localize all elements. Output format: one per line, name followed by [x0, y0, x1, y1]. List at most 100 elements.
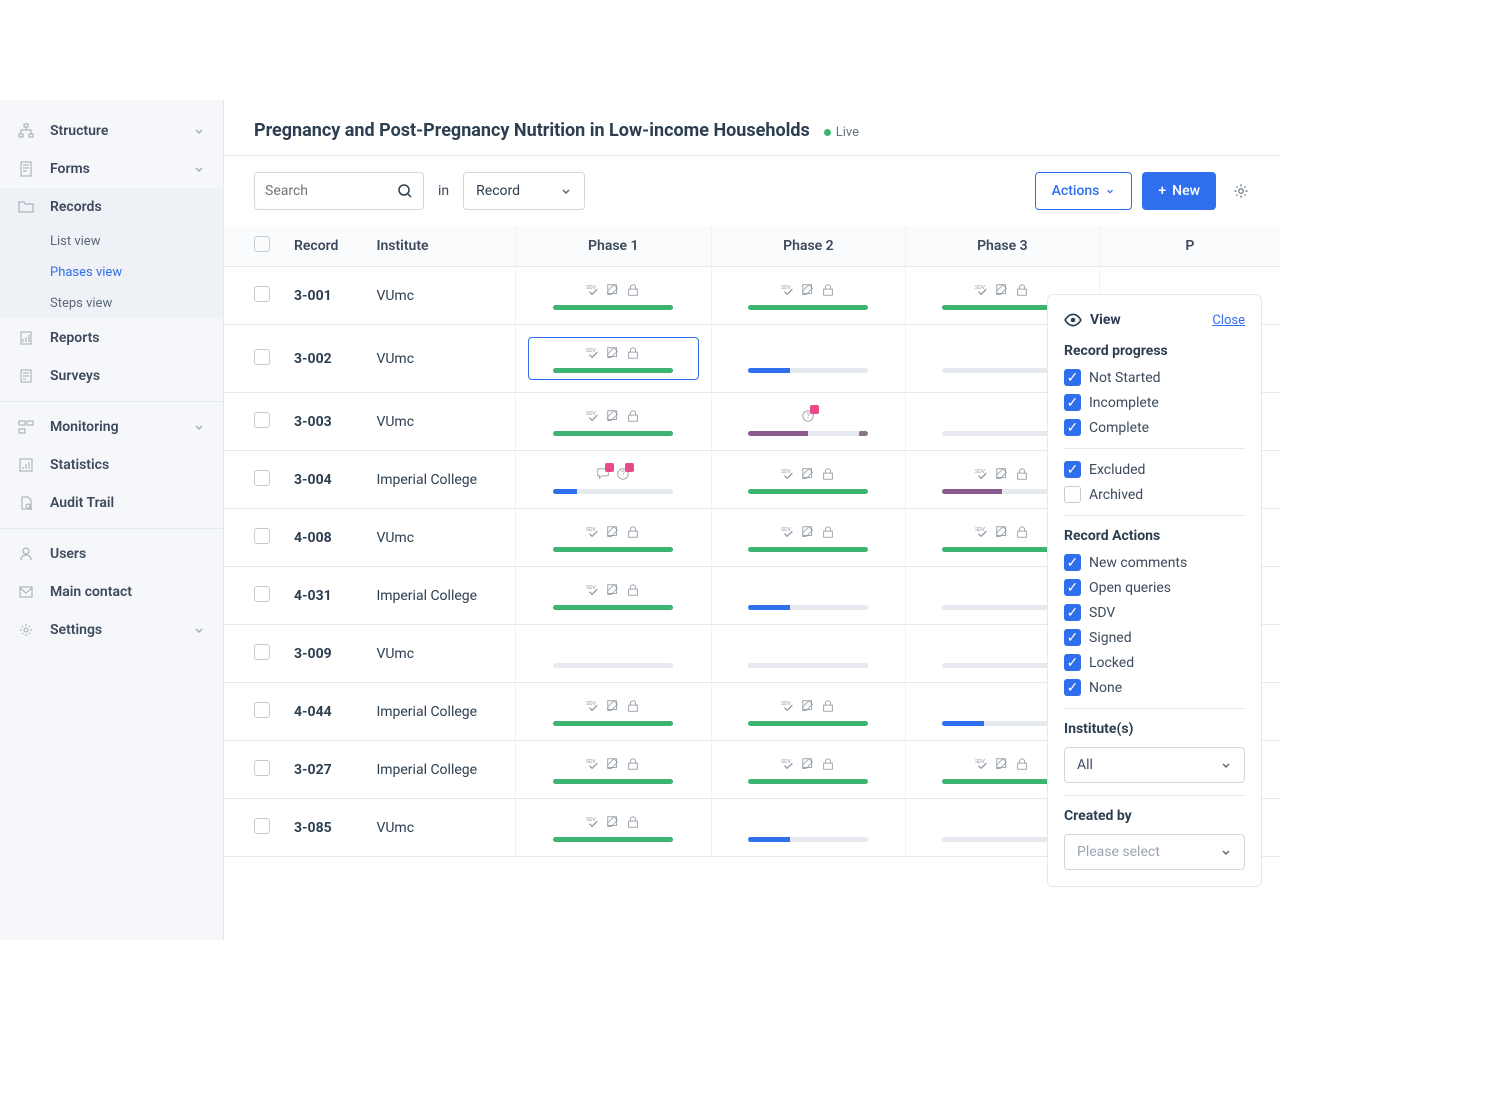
- nav-settings[interactable]: Settings: [0, 611, 223, 649]
- filter-signed[interactable]: ✓Signed: [1064, 629, 1245, 646]
- phase-cell[interactable]: SDV: [515, 799, 711, 857]
- nav-monitoring[interactable]: Monitoring: [0, 408, 223, 446]
- phase-cell[interactable]: SDV: [711, 451, 905, 509]
- search-input[interactable]: [265, 183, 397, 199]
- row-checkbox[interactable]: [254, 818, 270, 834]
- nav-label: Surveys: [50, 368, 100, 384]
- nav-list-view[interactable]: List view: [0, 226, 223, 257]
- svg-text:SDV: SDV: [586, 348, 597, 354]
- nav-structure[interactable]: Structure: [0, 112, 223, 150]
- nav-surveys[interactable]: Surveys: [0, 357, 223, 395]
- phase-cell[interactable]: ?: [515, 451, 711, 509]
- col-institute[interactable]: Institute: [364, 226, 515, 267]
- structure-icon: [18, 122, 36, 140]
- phase-cell[interactable]: SDV: [515, 509, 711, 567]
- phase-cell[interactable]: SDV: [711, 509, 905, 567]
- filter-open-queries[interactable]: ✓Open queries: [1064, 579, 1245, 596]
- phase-cell[interactable]: [711, 625, 905, 683]
- col-phase-4[interactable]: P: [1099, 226, 1280, 267]
- filter-incomplete[interactable]: ✓Incomplete: [1064, 394, 1245, 411]
- row-checkbox[interactable]: [254, 286, 270, 302]
- filter-new-comments[interactable]: ✓New comments: [1064, 554, 1245, 571]
- row-checkbox[interactable]: [254, 349, 270, 365]
- created-by-select[interactable]: Please select: [1064, 834, 1245, 870]
- nav-users[interactable]: Users: [0, 535, 223, 573]
- lock-icon: [1015, 467, 1029, 481]
- filter-not-started[interactable]: ✓Not Started: [1064, 369, 1245, 386]
- lock-icon: [626, 525, 640, 539]
- col-phase-3[interactable]: Phase 3: [905, 226, 1099, 267]
- phase-cell[interactable]: SDV: [711, 267, 905, 325]
- new-button[interactable]: + New: [1142, 172, 1216, 210]
- nav-statistics[interactable]: Statistics: [0, 446, 223, 484]
- svg-text:SDV: SDV: [975, 527, 986, 533]
- institutes-select[interactable]: All: [1064, 747, 1245, 783]
- lock-icon: [626, 583, 640, 597]
- svg-text:SDV: SDV: [586, 701, 597, 707]
- phase-cell[interactable]: SDV: [515, 325, 711, 393]
- phase-cell[interactable]: SDV: [515, 267, 711, 325]
- col-phase-1[interactable]: Phase 1: [515, 226, 711, 267]
- chevron-down-icon: [193, 421, 205, 433]
- record-id: 3-085: [294, 820, 332, 836]
- phase-cell[interactable]: [711, 567, 905, 625]
- row-checkbox[interactable]: [254, 470, 270, 486]
- filter-label: None: [1089, 680, 1122, 696]
- nav-main-contact[interactable]: Main contact: [0, 573, 223, 611]
- phase-cell[interactable]: [711, 799, 905, 857]
- phase-cell[interactable]: SDV: [515, 393, 711, 451]
- phase-cell[interactable]: SDV: [711, 683, 905, 741]
- row-checkbox[interactable]: [254, 644, 270, 660]
- scope-select[interactable]: Record: [463, 172, 585, 210]
- chevron-down-icon: [1105, 186, 1115, 196]
- filter-sdv[interactable]: ✓SDV: [1064, 604, 1245, 621]
- row-checkbox[interactable]: [254, 586, 270, 602]
- settings-gear-button[interactable]: [1232, 182, 1250, 200]
- record-id: 3-009: [294, 646, 332, 662]
- phase-cell[interactable]: ?: [711, 393, 905, 451]
- filter-excluded[interactable]: ✓Excluded: [1064, 461, 1245, 478]
- phase-cell[interactable]: [711, 325, 905, 393]
- nav-records[interactable]: Records: [0, 188, 223, 226]
- phase-cell[interactable]: SDV: [515, 567, 711, 625]
- record-id: 3-004: [294, 472, 332, 488]
- nav-audit-trail[interactable]: Audit Trail: [0, 484, 223, 522]
- lock-icon: [821, 699, 835, 713]
- filter-archived[interactable]: Archived: [1064, 486, 1245, 503]
- chevron-down-icon: [193, 624, 205, 636]
- close-filters-button[interactable]: Close: [1212, 313, 1245, 328]
- phase-cell[interactable]: SDV: [515, 741, 711, 799]
- nav-records-group: Records List view Phases view Steps view: [0, 188, 223, 319]
- nav-steps-view[interactable]: Steps view: [0, 288, 223, 319]
- sdv-icon: SDV: [586, 815, 600, 829]
- actions-button[interactable]: Actions: [1035, 172, 1133, 210]
- row-checkbox[interactable]: [254, 760, 270, 776]
- institute-name: VUmc: [376, 820, 414, 836]
- phase-cell[interactable]: SDV: [711, 741, 905, 799]
- filter-complete[interactable]: ✓Complete: [1064, 419, 1245, 436]
- filter-none[interactable]: ✓None: [1064, 679, 1245, 696]
- row-checkbox[interactable]: [254, 528, 270, 544]
- row-checkbox[interactable]: [254, 702, 270, 718]
- nav-phases-view[interactable]: Phases view: [0, 257, 223, 288]
- institute-name: Imperial College: [376, 762, 477, 778]
- phase-cell[interactable]: SDV: [515, 683, 711, 741]
- nav-label: Settings: [50, 622, 102, 638]
- lock-icon: [626, 409, 640, 423]
- nav-forms[interactable]: Forms: [0, 150, 223, 188]
- user-icon: [18, 545, 36, 563]
- checkbox-icon: [1064, 486, 1081, 503]
- row-checkbox[interactable]: [254, 412, 270, 428]
- select-all-checkbox[interactable]: [254, 236, 270, 252]
- lock-icon: [821, 467, 835, 481]
- sign-icon: [995, 525, 1009, 539]
- col-phase-2[interactable]: Phase 2: [711, 226, 905, 267]
- phase-cell[interactable]: [515, 625, 711, 683]
- filter-locked[interactable]: ✓Locked: [1064, 654, 1245, 671]
- search-input-wrapper[interactable]: [254, 172, 424, 210]
- mail-icon: [18, 583, 36, 601]
- sign-icon: [606, 583, 620, 597]
- col-record[interactable]: Record: [282, 226, 364, 267]
- institute-name: VUmc: [376, 351, 414, 367]
- nav-reports[interactable]: Reports: [0, 319, 223, 357]
